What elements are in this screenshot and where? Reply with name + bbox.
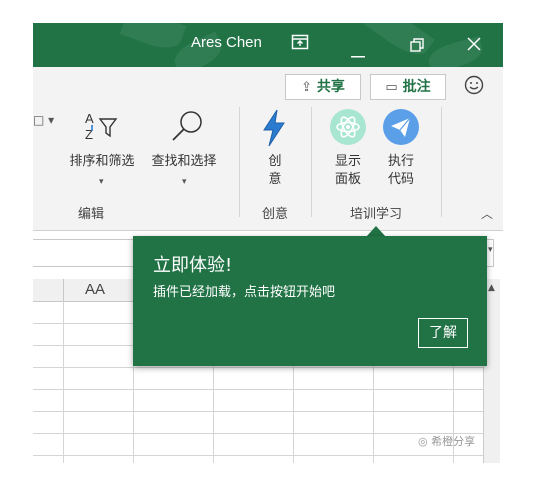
column-header-aa[interactable]: AA bbox=[85, 281, 105, 298]
watermark: ◎ 希橙分享 bbox=[418, 433, 475, 449]
ribbon-display-options-icon[interactable] bbox=[291, 34, 309, 54]
sort-filter-button[interactable]: 排序和筛选 bbox=[63, 153, 141, 171]
minimize-icon[interactable] bbox=[351, 43, 365, 62]
scroll-up-icon[interactable]: ▲ bbox=[488, 283, 495, 293]
find-select-button[interactable]: 查找和选择 bbox=[144, 153, 224, 171]
chevron-down-icon[interactable]: ▾ bbox=[182, 177, 187, 187]
create-button-line2[interactable]: 意 bbox=[261, 171, 289, 189]
lightning-icon[interactable] bbox=[261, 109, 287, 151]
show-panel-button-line2[interactable]: 面板 bbox=[328, 171, 368, 189]
close-icon[interactable] bbox=[467, 36, 481, 55]
send-icon[interactable] bbox=[382, 108, 420, 150]
run-code-button-line1[interactable]: 执行 bbox=[381, 153, 421, 171]
ribbon: ⇪ 共享 ▭ 批注 □ ▾ A Z 排序和筛选 ▾ 查找和选择 ▾ 编辑 创 意… bbox=[33, 67, 503, 230]
title-bar: Ares Chen bbox=[33, 23, 503, 67]
share-label: 共享 bbox=[316, 79, 345, 95]
expand-formula-bar-icon[interactable]: ▾ bbox=[488, 245, 493, 255]
restore-icon[interactable] bbox=[410, 37, 424, 56]
group-divider bbox=[239, 107, 240, 217]
run-code-button-line2[interactable]: 代码 bbox=[381, 171, 421, 189]
svg-text:A: A bbox=[85, 111, 94, 126]
search-icon[interactable] bbox=[169, 109, 205, 147]
share-button[interactable]: ⇪ 共享 bbox=[285, 74, 361, 100]
comments-button[interactable]: ▭ 批注 bbox=[370, 74, 446, 100]
got-it-button[interactable]: 了解 bbox=[418, 318, 468, 348]
training-group-label: 培训学习 bbox=[349, 207, 402, 222]
group-divider bbox=[441, 107, 442, 217]
smiley-icon[interactable] bbox=[464, 75, 484, 99]
atom-icon[interactable] bbox=[329, 108, 367, 150]
share-icon: ⇪ bbox=[301, 80, 313, 95]
chevron-down-icon[interactable]: ▾ bbox=[99, 177, 104, 187]
teaching-callout: 立即体验! 插件已经加载，点击按钮开始吧 了解 bbox=[133, 236, 487, 366]
comment-icon: ▭ bbox=[385, 80, 398, 95]
create-button-line1[interactable]: 创 bbox=[261, 153, 289, 171]
group-divider bbox=[311, 107, 312, 217]
create-group-label: 创意 bbox=[261, 207, 288, 222]
sort-filter-icon[interactable]: A Z bbox=[83, 109, 123, 147]
show-panel-button-line1[interactable]: 显示 bbox=[328, 153, 368, 171]
watermark-text: 希橙分享 bbox=[431, 435, 476, 448]
callout-message: 插件已经加载，点击按钮开始吧 bbox=[153, 285, 336, 300]
collapse-ribbon-icon[interactable]: ︿ bbox=[481, 205, 493, 222]
callout-title: 立即体验! bbox=[153, 255, 233, 276]
editing-group-label: 编辑 bbox=[77, 207, 104, 222]
user-name[interactable]: Ares Chen bbox=[191, 34, 262, 51]
wechat-icon: ◎ bbox=[418, 435, 428, 448]
partial-icon: □ ▾ bbox=[33, 113, 55, 127]
comments-label: 批注 bbox=[402, 79, 431, 95]
